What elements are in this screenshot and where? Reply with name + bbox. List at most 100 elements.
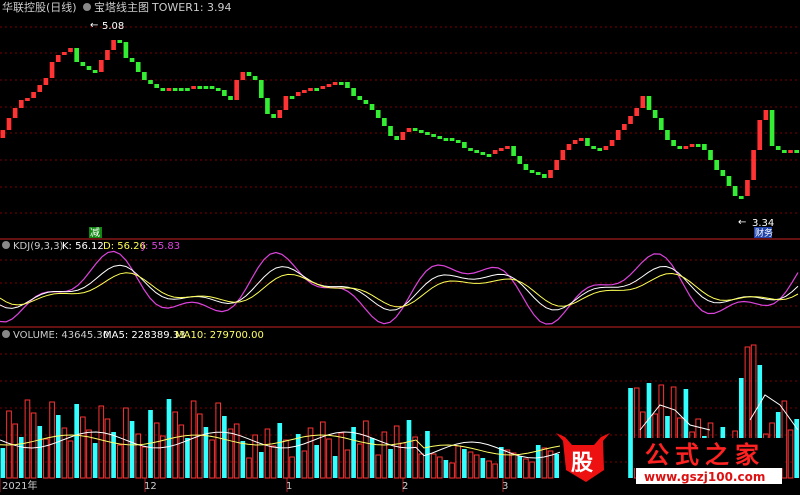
kdj-title[interactable]: KDJ(9,3,3): [13, 241, 64, 252]
tower-bar: [37, 85, 43, 92]
reduce-tag[interactable]: 减: [90, 227, 100, 239]
watermark-logo-char: 股: [571, 451, 593, 476]
x-axis: 2021年 12 1 2 3: [2, 479, 508, 492]
volume-bar: [510, 452, 517, 479]
volume-bar: [209, 439, 215, 479]
tower-bar: [425, 132, 430, 135]
tower-bar: [726, 176, 732, 186]
tower-bar: [302, 90, 307, 93]
volume-bar: [517, 456, 523, 478]
tower-bar: [505, 146, 510, 149]
volume-bar: [37, 426, 43, 478]
tower-bar: [234, 80, 239, 100]
kdj-k-line: [0, 264, 799, 311]
tower-bar: [25, 98, 30, 101]
volume-ma10-value: MA10: 279700.00: [175, 330, 264, 341]
tower-bar: [86, 66, 92, 70]
tower-bar: [486, 154, 492, 157]
volume-bar: [320, 421, 326, 479]
tower-bar: [92, 70, 98, 73]
volume-bar: [295, 434, 301, 478]
volume-bar: [49, 401, 55, 479]
tower-bar: [708, 150, 713, 160]
tower-bar: [43, 78, 49, 85]
volume-bar: [55, 415, 61, 478]
tower-bar: [683, 146, 689, 149]
tower-bar: [283, 96, 289, 110]
tower-bar: [695, 144, 701, 147]
tower-bar: [215, 88, 221, 91]
volume-bar: [412, 436, 418, 479]
tower-bar: [203, 86, 209, 89]
tower-bar: [31, 92, 36, 98]
tower-bar: [437, 136, 443, 139]
volume-bar: [351, 427, 356, 478]
x-label-2021: 2021年: [2, 479, 37, 492]
tower-bar: [591, 146, 596, 149]
tower-bar: [258, 80, 264, 98]
volume-bar: [135, 433, 142, 479]
tower-bar: [240, 72, 246, 80]
tower-bar: [652, 110, 658, 118]
tower-bar: [295, 92, 301, 96]
tower-bar: [160, 88, 166, 91]
tower-bar: [480, 152, 486, 155]
tower-bar: [12, 108, 18, 118]
watermark: 股 公式之家 www.gszj100.com: [556, 433, 783, 484]
high-price-label: 5.08: [102, 21, 124, 32]
x-label-3: 3: [502, 481, 508, 492]
tower-bar: [658, 118, 664, 130]
tower-bar: [55, 55, 61, 62]
kdj-j-value: J: 55.83: [141, 241, 180, 252]
volume-bar: [480, 458, 486, 478]
volume-title[interactable]: VOLUME: 43645.30: [13, 330, 109, 341]
volume-bar: [381, 431, 388, 479]
volume-bar: [344, 449, 351, 479]
tower-bar: [418, 130, 424, 133]
tower-bar: [135, 62, 141, 72]
tower-bar: [745, 180, 750, 196]
tower-bar: [511, 146, 516, 156]
tower-bar: [111, 40, 116, 50]
tower-bar: [548, 170, 553, 178]
tower-bar: [714, 160, 719, 170]
chart-canvas[interactable]: ← 5.08 ← 3.34 减 财务 华联控股(日线) 宝塔线主图 TOWER1…: [0, 0, 800, 492]
volume-bar: [326, 438, 332, 479]
finance-tag[interactable]: 财务: [755, 227, 773, 239]
tower-bar: [271, 114, 276, 118]
tower-bars: [0, 40, 799, 199]
kdj-dropdown-icon[interactable]: [2, 241, 10, 249]
tower-bar: [609, 140, 615, 146]
volume-bar: [222, 416, 227, 478]
volume-bar: [449, 462, 455, 479]
tower-bar: [308, 88, 313, 91]
volume-bar: [283, 439, 289, 479]
tower-bar: [394, 136, 399, 140]
tower-bar: [646, 96, 652, 110]
volume-bar: [80, 416, 86, 479]
tower-bar: [665, 130, 670, 140]
tower-bar: [252, 76, 258, 80]
volume-bar: [30, 412, 37, 479]
volume-bar: [504, 449, 511, 479]
volume-dropdown-icon[interactable]: [2, 330, 10, 338]
volume-bar: [443, 460, 449, 478]
volume-bar: [418, 453, 425, 479]
volume-bar: [375, 454, 382, 479]
tower-bar: [597, 148, 603, 151]
volume-bar: [314, 445, 319, 478]
tower-bar: [578, 138, 584, 141]
tower-bar: [671, 140, 676, 146]
indicator-dropdown-icon[interactable]: [83, 3, 91, 11]
tower-bar: [462, 142, 467, 148]
indicator-name[interactable]: 宝塔线主图: [94, 0, 149, 14]
tower-bar: [129, 58, 135, 62]
tower-bar: [757, 120, 763, 150]
tower-bar: [345, 82, 350, 88]
tower-bar: [326, 84, 332, 87]
volume-bar: [436, 456, 443, 479]
tower-bar: [228, 96, 233, 100]
tower-bar: [320, 86, 326, 89]
volume-bar: [185, 438, 190, 478]
tower-bar: [535, 172, 541, 175]
